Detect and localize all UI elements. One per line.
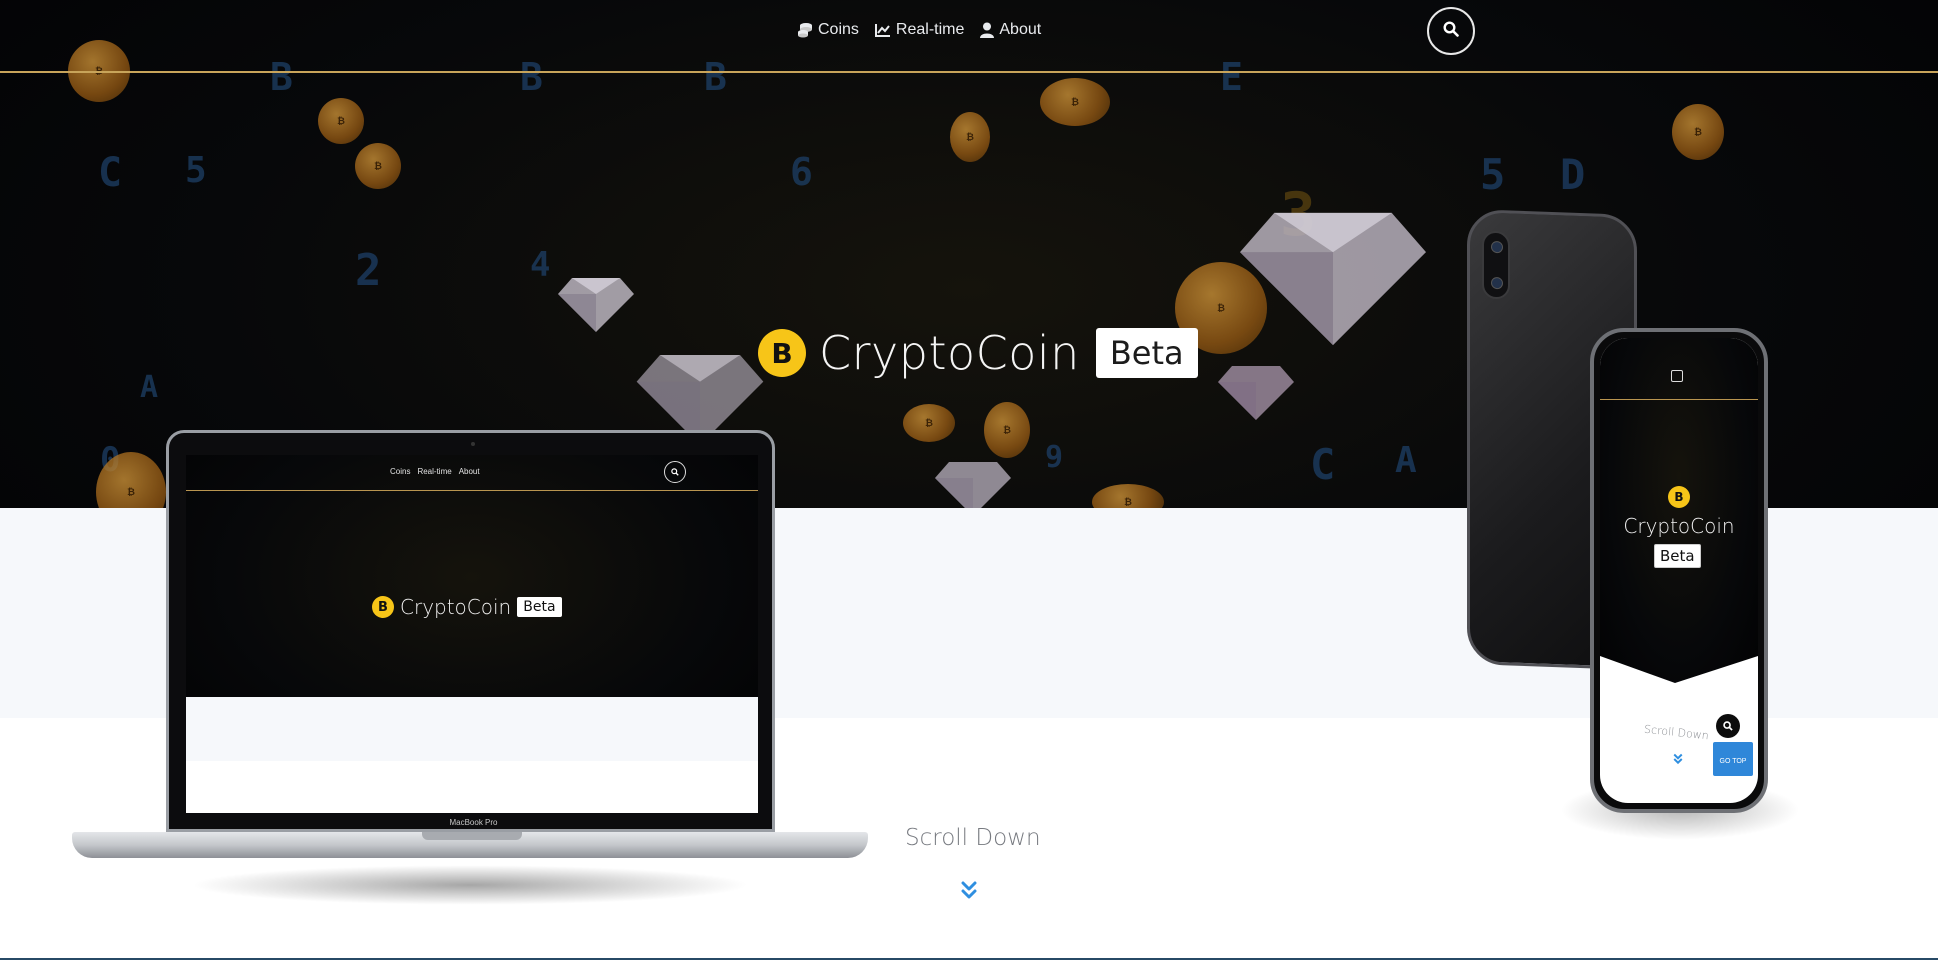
- laptop-shadow: [190, 865, 750, 905]
- laptop-nav-about: About: [458, 467, 480, 476]
- laptop-screen-nav-links: Coins Real-time About: [390, 467, 480, 476]
- laptop-screen-brand: B CryptoCoin Beta: [372, 595, 562, 619]
- laptop-model-label: MacBook Pro: [449, 818, 498, 827]
- phone-screen: B CryptoCoin Beta Scroll Down GO TOP: [1600, 338, 1758, 803]
- logo-symbol: B: [771, 336, 793, 370]
- laptop-camera: [471, 442, 475, 446]
- coins-icon: [797, 22, 813, 38]
- laptop-lid: Coins Real-time About B CryptoCoin Beta …: [166, 430, 775, 832]
- laptop-screen-navbar: Coins Real-time About: [186, 455, 758, 491]
- background-glyph: A: [140, 370, 159, 405]
- chevron-double-down-icon: [960, 881, 978, 904]
- laptop-nav-coins: Coins: [390, 467, 411, 476]
- phone-search-icon: [1716, 714, 1740, 738]
- phone-scroll-label: Scroll Down: [1643, 722, 1710, 743]
- background-glyph: 6: [790, 150, 813, 194]
- scroll-down-label: Scroll Down: [905, 825, 1041, 851]
- nav-links: Coins Real-time About: [797, 21, 1041, 39]
- laptop-screen: Coins Real-time About B CryptoCoin Beta: [186, 455, 758, 813]
- phone-brand-title: CryptoCoin: [1623, 514, 1735, 538]
- phone-front-mockup: B CryptoCoin Beta Scroll Down GO TOP: [1590, 328, 1768, 813]
- nav-link-about[interactable]: About: [980, 21, 1041, 39]
- nav-link-real-time[interactable]: Real-time: [874, 21, 965, 39]
- background-glyph: 2: [355, 245, 382, 296]
- background-glyph: 5: [185, 150, 207, 191]
- search-icon: [1443, 21, 1459, 41]
- phone-screen-navbar: [1600, 338, 1758, 400]
- logo-symbol: B: [378, 599, 388, 615]
- top-navbar: Coins Real-time About: [0, 0, 1938, 73]
- coin-decoration: [903, 404, 955, 442]
- coin-decoration: [1040, 78, 1110, 126]
- laptop-beta-badge: Beta: [517, 597, 562, 617]
- scroll-down-button[interactable]: [960, 880, 978, 904]
- background-glyph: A: [1395, 440, 1417, 481]
- coin-decoration: [355, 143, 401, 189]
- phone-camera: [1482, 230, 1510, 300]
- laptop-search-icon: [664, 461, 686, 483]
- background-glyph: D: [1560, 150, 1586, 199]
- nav-link-coins[interactable]: Coins: [797, 21, 859, 39]
- laptop-nav-real-time: Real-time: [417, 467, 452, 476]
- background-glyph: C: [98, 150, 123, 196]
- bitcoin-logo-icon: B: [758, 329, 806, 377]
- beta-badge: Beta: [1095, 328, 1198, 378]
- nav-link-label: About: [999, 21, 1042, 38]
- laptop-mockup: Coins Real-time About B CryptoCoin Beta …: [70, 430, 870, 910]
- background-glyph: 4: [530, 245, 551, 285]
- background-glyph: C: [1310, 440, 1336, 489]
- nav-link-label: Coins: [818, 21, 859, 38]
- phone-beta-badge: Beta: [1654, 544, 1701, 568]
- coin-decoration: [1672, 104, 1724, 160]
- laptop-brand-title: CryptoCoin: [400, 595, 512, 619]
- menu-icon: [1671, 370, 1683, 382]
- coin-decoration: [318, 98, 364, 144]
- phone-bitcoin-icon: B: [1668, 486, 1690, 508]
- camera-lens-icon: [1491, 276, 1503, 290]
- hero-brand: B CryptoCoin Beta: [758, 326, 1198, 380]
- camera-lens-icon: [1491, 240, 1503, 254]
- phone-go-top-button: GO TOP: [1713, 742, 1753, 776]
- nav-link-label: Real-time: [895, 21, 965, 38]
- background-glyph: 9: [1045, 440, 1064, 475]
- coin-decoration: [950, 112, 990, 162]
- background-glyph: 5: [1480, 150, 1506, 199]
- search-button[interactable]: [1427, 7, 1475, 55]
- laptop-screen-band: [186, 697, 758, 761]
- coin-decoration: [984, 402, 1030, 458]
- phone-chevron-down-icon: [1672, 750, 1684, 769]
- laptop-notch: [422, 832, 522, 840]
- line-chart-icon: [874, 23, 891, 37]
- laptop-base: [72, 832, 868, 858]
- laptop-bitcoin-icon: B: [372, 596, 394, 618]
- logo-symbol: B: [1674, 490, 1684, 504]
- brand-title: CryptoCoin: [819, 326, 1080, 380]
- user-icon: [980, 22, 995, 38]
